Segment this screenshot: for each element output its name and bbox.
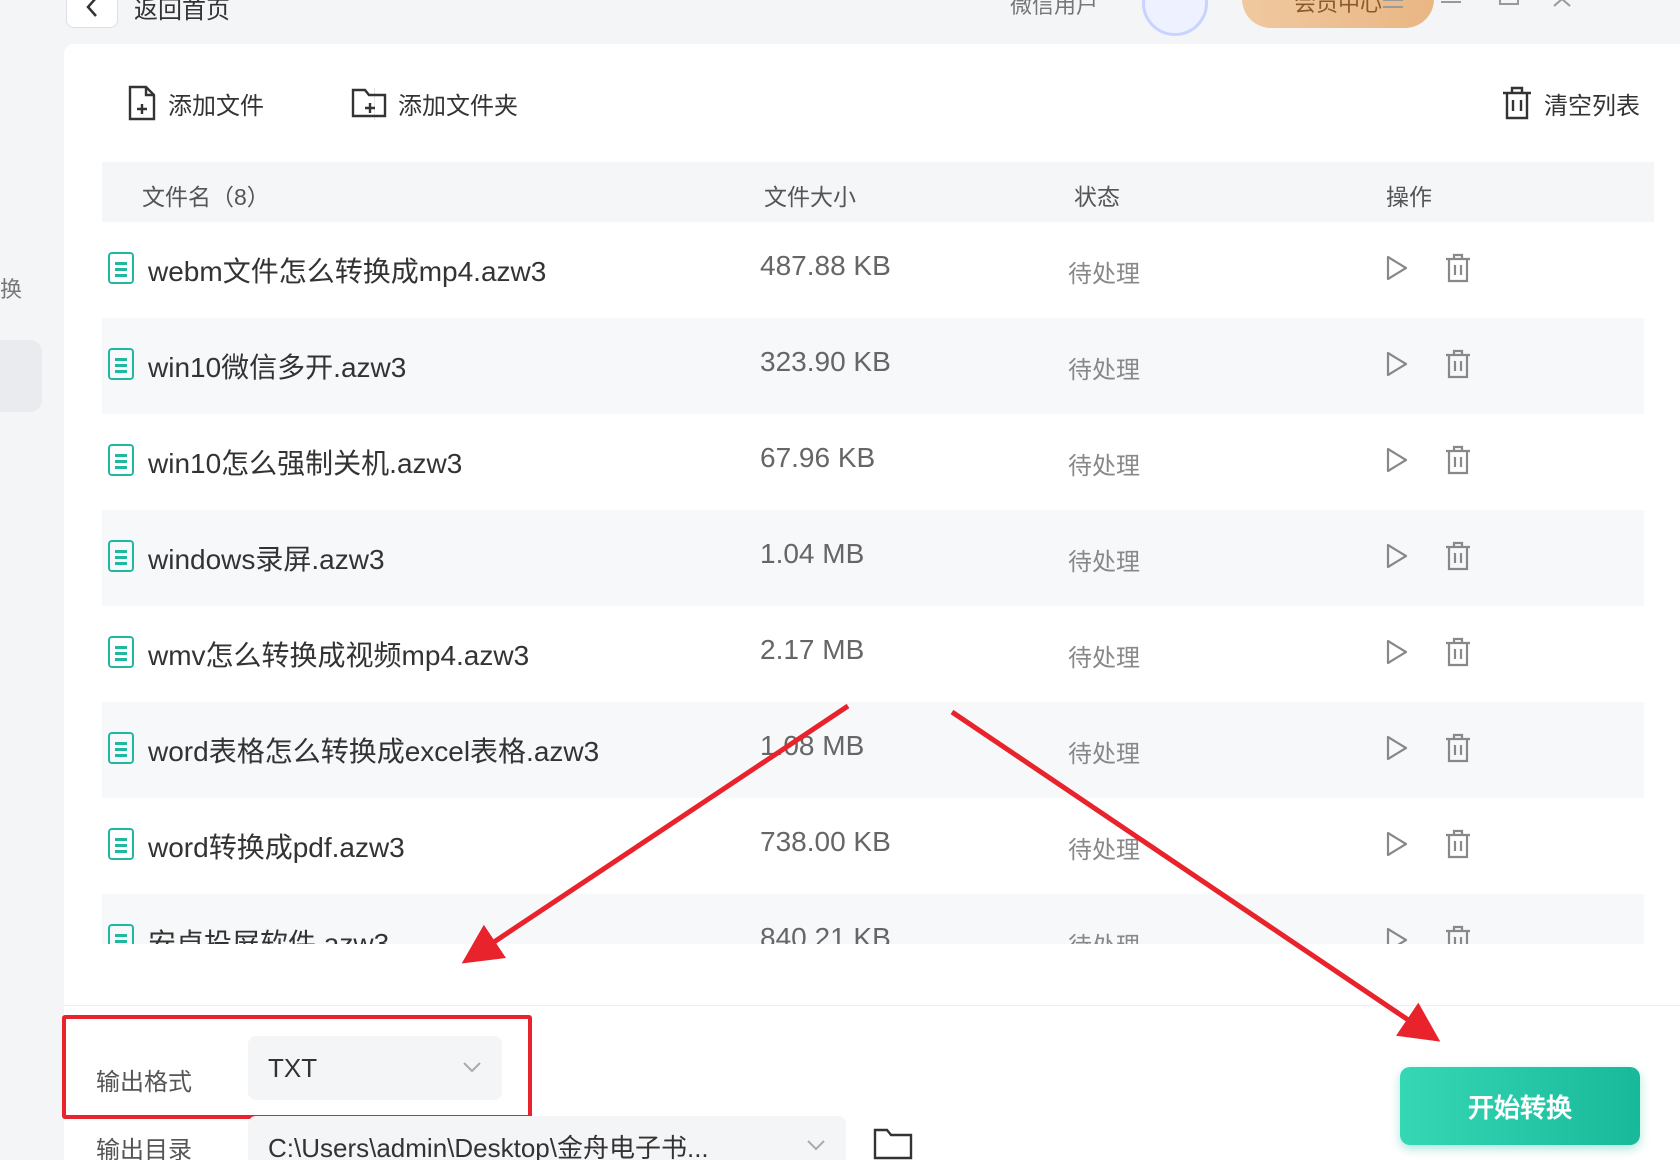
table-row[interactable]: win10微信多开.azw3 323.90 KB 待处理 xyxy=(102,318,1644,414)
play-icon[interactable] xyxy=(1384,542,1410,570)
table-row[interactable]: 安卓投屏软件.azw3 840.21 KB 待处理 xyxy=(102,894,1644,944)
chevron-left-icon xyxy=(86,0,97,17)
col-size-header: 文件大小 xyxy=(764,184,856,210)
delete-icon[interactable] xyxy=(1444,732,1472,764)
toolbar: 添加文件 添加文件夹 清空列表 xyxy=(64,78,1654,128)
add-file-icon xyxy=(128,85,156,121)
minimize-icon[interactable] xyxy=(1438,0,1468,24)
trash-icon xyxy=(1503,86,1531,120)
table-row[interactable]: windows录屏.azw3 1.04 MB 待处理 xyxy=(102,510,1644,606)
col-actions-header: 操作 xyxy=(1386,184,1432,210)
delete-icon[interactable] xyxy=(1444,540,1472,572)
avatar[interactable] xyxy=(1142,0,1208,36)
file-status: 待处理 xyxy=(1068,645,1140,672)
file-status: 待处理 xyxy=(1068,261,1140,288)
play-icon[interactable] xyxy=(1384,830,1410,858)
file-size: 487.88 KB xyxy=(760,250,891,281)
sidebar-item-partial[interactable]: 换 xyxy=(0,272,22,304)
add-folder-icon xyxy=(351,88,387,118)
close-icon[interactable] xyxy=(1550,0,1580,24)
back-button[interactable] xyxy=(66,0,118,28)
delete-icon[interactable] xyxy=(1444,444,1472,476)
play-icon[interactable] xyxy=(1384,734,1410,762)
table-header: 文件名（8） 文件大小 状态 操作 xyxy=(102,162,1654,222)
member-center-label: 会员中心 xyxy=(1293,0,1382,16)
clear-list-button[interactable]: 清空列表 xyxy=(1500,78,1640,128)
folder-icon[interactable] xyxy=(872,1126,914,1160)
file-icon xyxy=(108,828,134,860)
file-status: 待处理 xyxy=(1068,453,1140,480)
delete-icon[interactable] xyxy=(1444,636,1472,668)
file-name: 安卓投屏软件.azw3 xyxy=(148,928,390,944)
table-row[interactable]: word表格怎么转换成excel表格.azw3 1.08 MB 待处理 xyxy=(102,702,1644,798)
user-name: 微信用户 xyxy=(1010,0,1099,18)
maximize-icon[interactable] xyxy=(1496,0,1526,24)
file-name: windows录屏.azw3 xyxy=(148,544,385,575)
annotation-highlight-box xyxy=(62,1015,532,1119)
file-size: 738.00 KB xyxy=(760,826,891,857)
file-size: 1.08 MB xyxy=(760,730,865,761)
sidebar-item-active[interactable] xyxy=(0,340,42,412)
file-status: 待处理 xyxy=(1068,357,1140,384)
start-convert-label: 开始转换 xyxy=(1467,1092,1572,1123)
add-file-button[interactable]: 添加文件 xyxy=(126,78,264,128)
add-folder-label: 添加文件夹 xyxy=(398,92,518,120)
output-dir-value: C:\Users\admin\Desktop\金舟电子书... xyxy=(268,1132,709,1160)
file-icon xyxy=(108,636,134,668)
file-name: win10微信多开.azw3 xyxy=(148,352,407,383)
table-row[interactable]: webm文件怎么转换成mp4.azw3 487.88 KB 待处理 xyxy=(102,222,1644,318)
file-status: 待处理 xyxy=(1068,926,1140,944)
table-row[interactable]: word转换成pdf.azw3 738.00 KB 待处理 xyxy=(102,798,1644,894)
col-status-header: 状态 xyxy=(1074,184,1120,210)
file-size: 67.96 KB xyxy=(760,442,876,473)
clear-list-label: 清空列表 xyxy=(1544,92,1640,120)
bottom-divider xyxy=(64,1005,1680,1006)
file-icon xyxy=(108,444,134,476)
delete-icon[interactable] xyxy=(1444,348,1472,380)
file-icon xyxy=(108,732,134,764)
file-table: webm文件怎么转换成mp4.azw3 487.88 KB 待处理 win10微… xyxy=(102,222,1654,944)
file-status: 待处理 xyxy=(1068,837,1140,864)
table-row[interactable]: wmv怎么转换成视频mp4.azw3 2.17 MB 待处理 xyxy=(102,606,1644,702)
file-size: 2.17 MB xyxy=(760,634,865,665)
menu-icon[interactable] xyxy=(1380,0,1410,24)
delete-icon[interactable] xyxy=(1444,252,1472,284)
file-icon xyxy=(108,540,134,572)
file-name: win10怎么强制关机.azw3 xyxy=(148,448,463,479)
file-name: word表格怎么转换成excel表格.azw3 xyxy=(148,736,600,767)
file-name: word转换成pdf.azw3 xyxy=(148,832,405,863)
add-file-label: 添加文件 xyxy=(168,92,264,120)
file-icon xyxy=(108,924,134,944)
chevron-down-icon xyxy=(807,1140,825,1151)
back-label[interactable]: 返回首页 xyxy=(134,0,230,25)
play-icon[interactable] xyxy=(1384,926,1410,944)
file-icon xyxy=(108,252,134,284)
start-convert-button[interactable]: 开始转换 xyxy=(1400,1067,1640,1145)
file-status: 待处理 xyxy=(1068,741,1140,768)
top-bar: 返回首页 微信用户 会员中心 xyxy=(64,0,1680,44)
sidebar: 换 xyxy=(0,0,64,1160)
file-name: wmv怎么转换成视频mp4.azw3 xyxy=(148,640,530,671)
play-icon[interactable] xyxy=(1384,350,1410,378)
col-name-header: 文件名（8） xyxy=(142,184,270,210)
file-size: 1.04 MB xyxy=(760,538,865,569)
play-icon[interactable] xyxy=(1384,254,1410,282)
output-dir-label: 输出目录 xyxy=(96,1137,192,1160)
output-dir-select[interactable]: C:\Users\admin\Desktop\金舟电子书... xyxy=(248,1116,846,1160)
file-name: webm文件怎么转换成mp4.azw3 xyxy=(148,256,547,287)
file-size: 323.90 KB xyxy=(760,346,891,377)
delete-icon[interactable] xyxy=(1444,924,1472,944)
file-status: 待处理 xyxy=(1068,549,1140,576)
add-folder-button[interactable]: 添加文件夹 xyxy=(350,78,518,128)
table-row[interactable]: win10怎么强制关机.azw3 67.96 KB 待处理 xyxy=(102,414,1644,510)
delete-icon[interactable] xyxy=(1444,828,1472,860)
play-icon[interactable] xyxy=(1384,638,1410,666)
file-icon xyxy=(108,348,134,380)
play-icon[interactable] xyxy=(1384,446,1410,474)
file-size: 840.21 KB xyxy=(760,922,891,944)
